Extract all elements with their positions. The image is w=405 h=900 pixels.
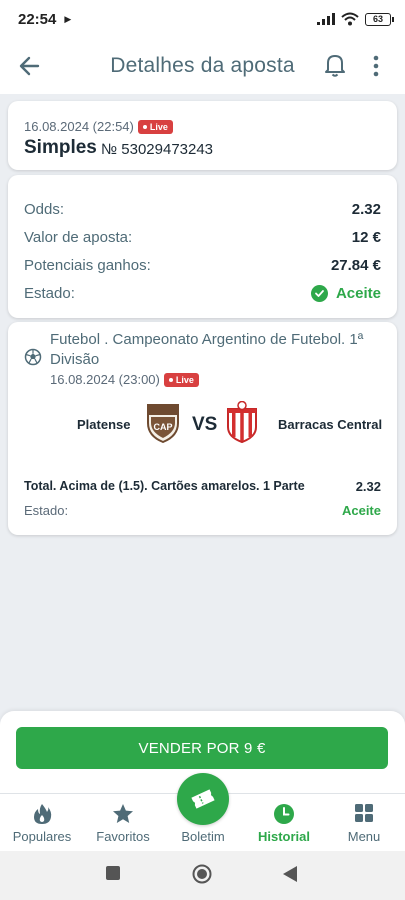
event-card: Futebol . Campeonato Argentino de Futebo… — [8, 322, 397, 535]
status-bar: 22:54 ▶ 63 — [0, 0, 405, 38]
status-indicators: 63 — [317, 12, 394, 26]
stake-value: 12 € — [351, 229, 381, 246]
live-badge-label: Live — [149, 121, 168, 132]
bet-state-value: Aceite — [310, 285, 381, 302]
bet-slip-fab[interactable] — [177, 773, 229, 825]
event-state-value: Aceite — [341, 503, 381, 518]
nav-item-menu[interactable]: Menu — [324, 794, 404, 852]
event-state-label: Estado: — [24, 503, 69, 518]
odds-label: Odds: — [24, 201, 65, 218]
grid-icon — [355, 804, 373, 822]
bet-type: Simples — [24, 137, 97, 158]
bell-icon[interactable] — [322, 51, 348, 79]
back-arrow-icon[interactable] — [16, 52, 44, 80]
ticket-icon — [191, 789, 215, 809]
nav-label-historial: Historial — [257, 829, 310, 844]
versus-label: VS — [192, 414, 218, 435]
nav-item-favoritos[interactable]: Favoritos — [83, 794, 163, 852]
potential-winnings-label: Potenciais ganhos: — [24, 257, 151, 274]
sell-bet-button[interactable]: VENDER POR 9 € — [16, 727, 388, 769]
soccer-ball-icon — [24, 348, 42, 366]
clock-icon — [274, 804, 294, 824]
potential-winnings-row: Potenciais ganhos: 27.84 € — [24, 257, 381, 274]
nav-label-favoritos: Favoritos — [96, 829, 150, 844]
live-dot-icon — [168, 377, 173, 382]
nav-label-boletim: Boletim — [181, 829, 225, 844]
away-team-name: Barracas Central — [278, 417, 383, 432]
platense-crest-icon: CAP — [147, 404, 179, 443]
live-dot-icon — [142, 124, 147, 129]
bet-state-text: Aceite — [335, 285, 381, 302]
bet-state-label: Estado: — [24, 285, 75, 302]
stake-label: Valor de aposta: — [24, 229, 133, 246]
signal-icon — [317, 13, 335, 25]
home-button-icon[interactable] — [192, 864, 212, 884]
recent-apps-icon[interactable] — [105, 865, 121, 881]
wifi-icon — [341, 12, 359, 26]
check-circle-icon — [310, 285, 328, 302]
nav-item-populares[interactable]: Populares — [2, 794, 82, 852]
status-time: 22:54 — [18, 10, 57, 28]
back-button-icon[interactable] — [282, 865, 298, 883]
event-date-row: 16.08.2024 (23:00) Live — [50, 372, 199, 387]
live-badge: Live — [137, 119, 173, 134]
nav-item-historial[interactable]: Historial — [244, 794, 324, 852]
potential-winnings-value: 27.84 € — [330, 257, 381, 274]
bet-date-row: 16.08.2024 (22:54) Live — [24, 119, 173, 134]
league-name[interactable]: Futebol . Campeonato Argentino de Futebo… — [50, 330, 380, 370]
bet-state-row: Estado: Aceite — [24, 285, 381, 302]
bet-summary-card: Odds: 2.32 Valor de aposta: 12 € Potenci… — [8, 175, 397, 318]
nav-label-populares: Populares — [12, 829, 72, 844]
app-header: Detalhes da aposta — [0, 38, 405, 94]
nav-label-menu: Menu — [347, 829, 381, 844]
system-navigation-bar — [0, 851, 405, 900]
battery-level: 63 — [372, 14, 383, 24]
stake-row: Valor de aposta: 12 € — [24, 229, 381, 246]
odds-row: Odds: 2.32 — [24, 201, 381, 218]
star-icon — [113, 804, 133, 823]
svg-text:CAP: CAP — [153, 422, 172, 432]
fire-icon — [34, 804, 52, 824]
event-live-label: Live — [175, 374, 194, 385]
event-live-badge: Live — [163, 372, 199, 387]
more-options-icon[interactable] — [368, 52, 384, 80]
battery-icon: 63 — [365, 12, 394, 26]
event-date: 16.08.2024 (23:00) — [50, 372, 160, 387]
bet-date: 16.08.2024 (22:54) — [24, 119, 134, 134]
bet-header-card: 16.08.2024 (22:54) Live Simples № 530294… — [8, 101, 397, 170]
market-description: Total. Acima de (1.5). Cartões amarelos.… — [24, 479, 305, 493]
media-play-icon: ▶ — [64, 13, 72, 24]
bet-number: № 53029473243 — [101, 141, 214, 158]
odds-value: 2.32 — [351, 201, 381, 218]
market-odds: 2.32 — [355, 479, 381, 494]
barracas-central-crest-icon — [227, 401, 257, 443]
home-team-name: Platense — [77, 417, 131, 432]
